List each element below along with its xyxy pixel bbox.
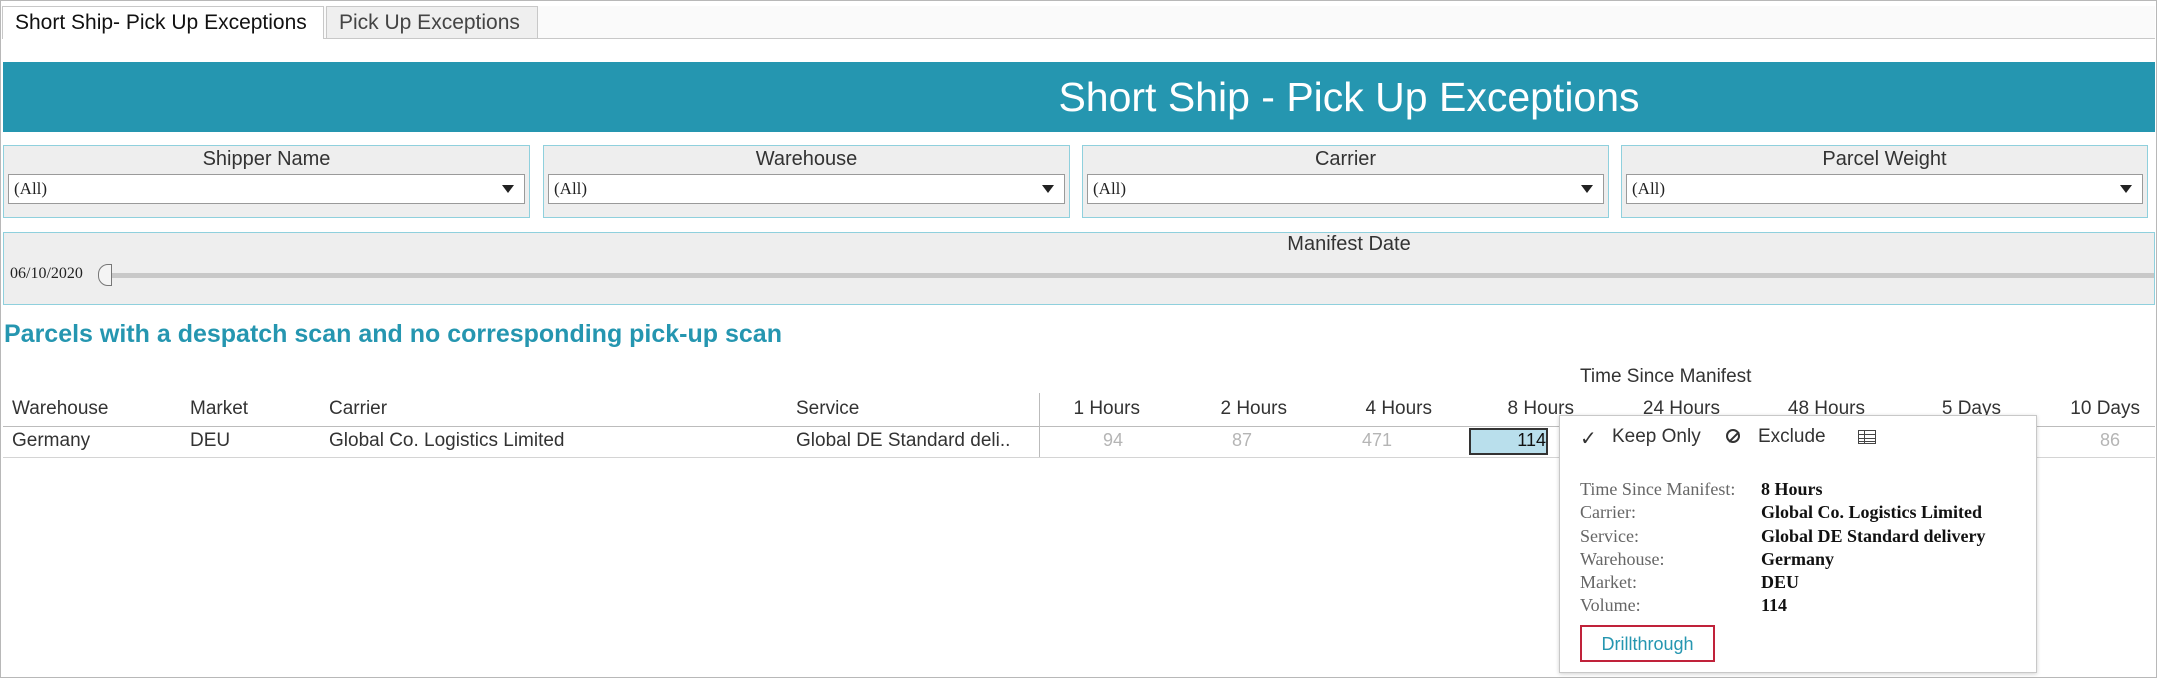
cell-8-hours[interactable]: 114: [1469, 430, 1546, 451]
check-icon[interactable]: ✓: [1580, 426, 1597, 451]
filter-value: (All): [1093, 179, 1127, 198]
tooltip-field: Service: Global DE Standard delivery: [1580, 526, 1986, 547]
tooltip-value: Global Co. Logistics Limited: [1761, 502, 1983, 522]
exclude-icon[interactable]: [1726, 429, 1740, 443]
tooltip-value: Germany: [1761, 549, 1834, 569]
filter-label: Parcel Weight: [1822, 148, 1947, 170]
page-title: Short Ship - Pick Up Exceptions: [1058, 74, 1640, 120]
date-slider-track[interactable]: [104, 273, 2154, 278]
carrier-dropdown[interactable]: (All): [1087, 174, 1604, 204]
filter-value: (All): [14, 179, 48, 198]
tooltip-field: Carrier: Global Co. Logistics Limited: [1580, 502, 1982, 523]
column-header-8-hours[interactable]: 8 Hours: [1454, 398, 1574, 420]
filter-value: (All): [554, 179, 588, 198]
shipper-name-dropdown[interactable]: (All): [8, 174, 525, 204]
filter-label: Carrier: [1314, 148, 1377, 170]
view-data-icon[interactable]: [1858, 430, 1876, 444]
tooltip-value: DEU: [1761, 572, 1800, 592]
drillthrough-label: Drillthrough: [1601, 634, 1694, 654]
column-header-warehouse[interactable]: Warehouse: [12, 398, 108, 420]
manifest-date-value: 06/10/2020: [10, 265, 83, 282]
column-header-service[interactable]: Service: [796, 398, 859, 420]
tab-short-ship-pick-up-exceptions[interactable]: Short Ship- Pick Up Exceptions: [2, 6, 324, 39]
tab-pick-up-exceptions[interactable]: Pick Up Exceptions: [326, 6, 538, 38]
tooltip-field: Warehouse: Germany: [1580, 549, 1834, 570]
tooltip-field: Volume: 114: [1580, 595, 1787, 616]
cell-service[interactable]: Global DE Standard deli..: [796, 430, 1010, 452]
filter-value: (All): [1632, 179, 1666, 198]
filter-label: Shipper Name: [202, 148, 331, 170]
date-slider-handle[interactable]: [98, 264, 112, 286]
filter-parcel-weight: Parcel Weight (All): [1621, 145, 2148, 218]
exclude-button[interactable]: Exclude: [1758, 426, 1826, 448]
column-header-4-hours[interactable]: 4 Hours: [1312, 398, 1432, 420]
filter-shipper-name: Shipper Name (All): [3, 145, 530, 218]
caret-down-icon: [1042, 185, 1054, 193]
cell-2-hours[interactable]: 87: [1132, 430, 1252, 451]
column-header-1-hours[interactable]: 1 Hours: [1020, 398, 1140, 420]
cell-1-hours[interactable]: 94: [1003, 430, 1123, 451]
section-title: Parcels with a despatch scan and no corr…: [4, 320, 782, 348]
tooltip-key: Volume:: [1580, 595, 1641, 615]
drillthrough-button[interactable]: Drillthrough: [1580, 625, 1715, 662]
tab-bar: Short Ship- Pick Up Exceptions Pick Up E…: [2, 6, 2155, 39]
tooltip-value: 8 Hours: [1761, 479, 1823, 499]
tooltip-field: Time Since Manifest: 8 Hours: [1580, 479, 1823, 500]
manifest-date-label: Manifest Date: [1287, 233, 1411, 255]
time-since-manifest-header: Time Since Manifest: [1580, 366, 1752, 387]
warehouse-dropdown[interactable]: (All): [548, 174, 1065, 204]
column-header-market[interactable]: Market: [190, 398, 248, 420]
caret-down-icon: [502, 185, 514, 193]
tooltip-key: Time Since Manifest:: [1580, 479, 1736, 499]
tooltip-key: Service:: [1580, 526, 1639, 546]
column-header-2-hours[interactable]: 2 Hours: [1167, 398, 1287, 420]
column-header-10-days[interactable]: 10 Days: [2020, 398, 2140, 420]
keep-only-button[interactable]: Keep Only: [1612, 426, 1701, 448]
cell-carrier[interactable]: Global Co. Logistics Limited: [329, 430, 565, 452]
tooltip-key: Market:: [1580, 572, 1637, 592]
header-banner: Short Ship - Pick Up Exceptions: [3, 62, 2155, 132]
caret-down-icon: [2120, 185, 2132, 193]
tooltip-value: Global DE Standard delivery: [1761, 526, 1986, 546]
cell-tooltip: ✓ Keep Only Exclude Time Since Manifest:…: [1559, 415, 2037, 673]
manifest-date-filter: Manifest Date 06/10/2020: [3, 232, 2155, 305]
tooltip-value: 114: [1761, 595, 1788, 615]
parcel-weight-dropdown[interactable]: (All): [1626, 174, 2143, 204]
caret-down-icon: [1581, 185, 1593, 193]
tooltip-key: Carrier:: [1580, 502, 1636, 522]
cell-market[interactable]: DEU: [190, 430, 230, 452]
filter-carrier: Carrier (All): [1082, 145, 1609, 218]
cell-warehouse[interactable]: Germany: [12, 430, 90, 452]
filter-warehouse: Warehouse (All): [543, 145, 1070, 218]
column-header-carrier[interactable]: Carrier: [329, 398, 387, 420]
filter-label: Warehouse: [755, 148, 858, 170]
tooltip-field: Market: DEU: [1580, 572, 1799, 593]
tooltip-key: Warehouse:: [1580, 549, 1665, 569]
cell-4-hours[interactable]: 471: [1272, 430, 1392, 451]
